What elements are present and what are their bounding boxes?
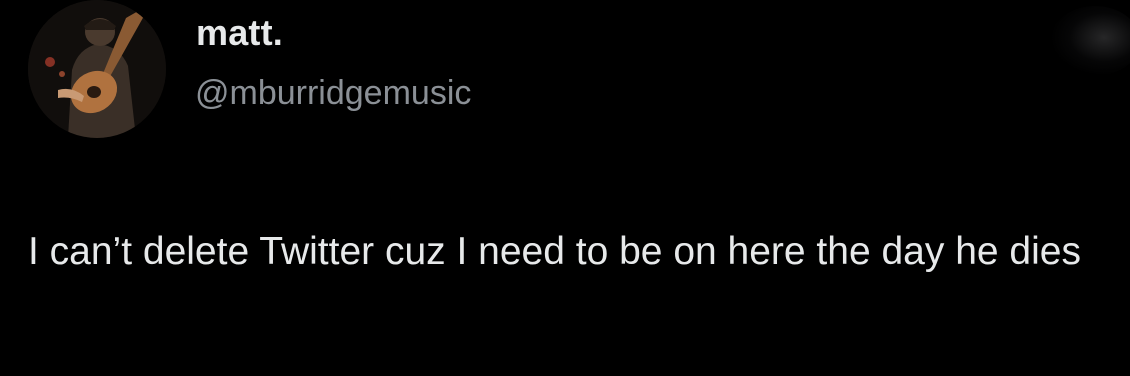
author-handle[interactable]: @mburridgemusic	[195, 74, 471, 113]
guitarist-photo-icon	[28, 0, 166, 138]
tweet-text: I can’t delete Twitter cuz I need to be …	[28, 230, 1081, 273]
author-display-name[interactable]: matt.	[196, 12, 283, 54]
more-options-icon[interactable]	[1050, 6, 1130, 76]
avatar[interactable]	[28, 0, 166, 138]
tweet-card: matt. @mburridgemusic I can’t delete Twi…	[0, 0, 1130, 376]
